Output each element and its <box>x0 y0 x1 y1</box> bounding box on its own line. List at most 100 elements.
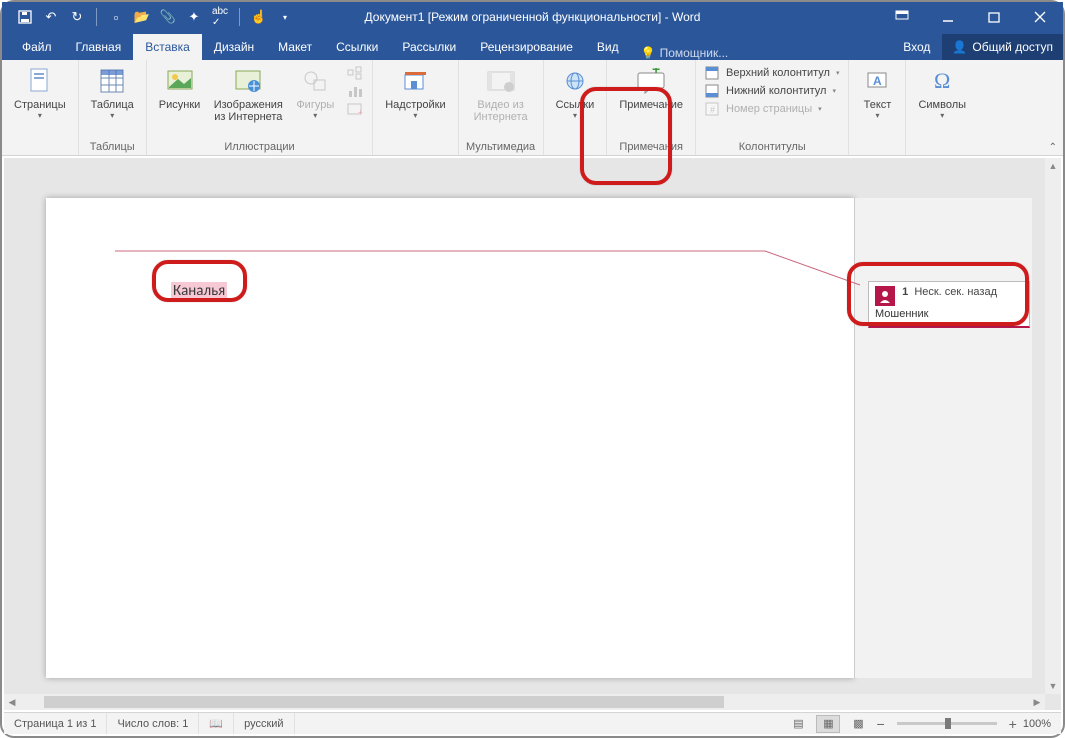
chevron-down-icon: ▾ <box>818 105 822 113</box>
share-label: Общий доступ <box>972 40 1053 54</box>
comment-body[interactable]: Мошенник <box>875 308 1023 320</box>
chart-button[interactable] <box>344 83 366 99</box>
qat-dropdown-icon[interactable]: ▾ <box>274 6 296 28</box>
tab-home[interactable]: Главная <box>64 34 134 60</box>
addins-label: Надстройки <box>385 99 445 111</box>
table-button[interactable]: Таблица ▾ <box>85 63 140 122</box>
qat-new-icon[interactable]: ▫ <box>105 6 127 28</box>
group-addins: Надстройки ▾ <box>373 60 458 155</box>
header-label: Верхний колонтитул <box>726 67 830 79</box>
ribbon-options-button[interactable] <box>879 2 925 32</box>
smartart-button[interactable] <box>344 65 366 81</box>
chevron-down-icon: ▾ <box>110 111 114 120</box>
undo-button[interactable]: ↶ <box>40 6 62 28</box>
shapes-label: Фигуры <box>296 99 334 111</box>
qat-spellcheck-icon[interactable]: abc✓ <box>209 6 231 28</box>
status-lang-label: русский <box>244 718 283 730</box>
share-button[interactable]: 👤 Общий доступ <box>942 34 1063 60</box>
symbols-button[interactable]: Ω Символы ▾ <box>912 63 972 122</box>
online-video-button[interactable]: Видео из Интернета <box>465 63 537 125</box>
proofing-icon: 📖 <box>209 717 223 730</box>
hscroll-thumb[interactable] <box>44 696 724 708</box>
group-text-label <box>855 139 899 154</box>
signin-link[interactable]: Вход <box>891 40 942 54</box>
status-language[interactable]: русский <box>234 713 294 734</box>
scroll-right-icon[interactable]: ▶ <box>1029 694 1045 710</box>
tell-me-label: Помощник... <box>660 46 729 60</box>
comment-meta: 1 Неск. сек. назад <box>902 286 997 298</box>
addins-button[interactable]: Надстройки ▾ <box>379 63 451 122</box>
svg-text:#: # <box>710 105 715 115</box>
text-label: Текст <box>864 99 892 111</box>
zoom-out-button[interactable]: − <box>876 716 884 732</box>
zoom-in-button[interactable]: + <box>1009 716 1017 732</box>
minimize-button[interactable] <box>925 2 971 32</box>
pictures-button[interactable]: Рисунки <box>153 63 207 113</box>
svg-text:+: + <box>652 68 660 77</box>
vertical-scrollbar[interactable]: ▲ ▼ <box>1045 158 1061 694</box>
zoom-thumb[interactable] <box>945 718 951 729</box>
tab-view[interactable]: Вид <box>585 34 631 60</box>
document-area: Каналья 1 Неск. сек. назад Мошенник ▲ ▼ … <box>4 158 1061 710</box>
scroll-down-icon[interactable]: ▼ <box>1045 678 1061 694</box>
group-illustrations: Рисунки Изображения из Интернета Фигуры … <box>147 60 373 155</box>
group-tables: Таблица ▾ Таблицы <box>79 60 147 155</box>
selected-text[interactable]: Каналья <box>171 282 227 300</box>
comment-balloon[interactable]: 1 Неск. сек. назад Мошенник <box>868 281 1030 328</box>
pages-button[interactable]: Страницы ▾ <box>8 63 72 122</box>
qat-touch-icon[interactable]: ☝ <box>248 6 270 28</box>
view-print-button[interactable]: ▦ <box>816 715 840 733</box>
tab-mailings[interactable]: Рассылки <box>390 34 468 60</box>
comment-icon: + <box>635 65 667 97</box>
textbox-icon: A <box>861 65 893 97</box>
redo-button[interactable]: ↻ <box>66 6 88 28</box>
close-button[interactable] <box>1017 2 1063 32</box>
illustrations-extra: + <box>340 63 366 119</box>
status-proofing[interactable]: 📖 <box>199 713 234 734</box>
new-comment-button[interactable]: + Примечание <box>613 63 689 113</box>
tab-references[interactable]: Ссылки <box>324 34 390 60</box>
tab-file[interactable]: Файл <box>10 34 64 60</box>
text-button[interactable]: A Текст ▾ <box>855 63 899 122</box>
chevron-down-icon: ▾ <box>940 111 944 120</box>
zoom-level[interactable]: 100% <box>1023 718 1051 730</box>
picture-icon <box>164 65 196 97</box>
qat-open-icon[interactable]: 📂 <box>131 6 153 28</box>
scroll-up-icon[interactable]: ▲ <box>1045 158 1061 174</box>
save-button[interactable] <box>14 6 36 28</box>
ribbon-tabs: Файл Главная Вставка Дизайн Макет Ссылки… <box>2 32 1063 60</box>
status-page[interactable]: Страница 1 из 1 <box>4 713 107 734</box>
links-button[interactable]: Ссылки ▾ <box>550 63 601 122</box>
screenshot-button[interactable]: + <box>344 101 366 117</box>
view-web-button[interactable]: ▩ <box>846 715 870 733</box>
maximize-button[interactable] <box>971 2 1017 32</box>
ribbon-collapse-button[interactable]: ⌃ <box>1049 142 1057 153</box>
zoom-slider[interactable] <box>897 722 997 725</box>
page-icon <box>24 65 56 97</box>
pages-label: Страницы <box>14 99 66 111</box>
shapes-button[interactable]: Фигуры ▾ <box>290 63 340 122</box>
footer-button[interactable]: Нижний колонтитул▾ <box>702 83 842 99</box>
document-page[interactable]: Каналья <box>46 198 854 678</box>
scroll-left-icon[interactable]: ◀ <box>4 694 20 710</box>
horizontal-scrollbar[interactable]: ◀ ▶ <box>4 694 1045 710</box>
person-icon: 👤 <box>952 40 967 54</box>
omega-icon: Ω <box>926 65 958 97</box>
header-button[interactable]: Верхний колонтитул▾ <box>702 65 842 81</box>
chevron-down-icon: ▾ <box>413 111 417 120</box>
group-illustrations-label: Иллюстрации <box>153 139 366 154</box>
tell-me-search[interactable]: 💡 Помощник... <box>631 46 739 60</box>
status-wordcount[interactable]: Число слов: 1 <box>107 713 199 734</box>
qat-icon-4[interactable]: ✦ <box>183 6 205 28</box>
online-pictures-button[interactable]: Изображения из Интернета <box>206 63 290 125</box>
tab-design[interactable]: Дизайн <box>202 34 266 60</box>
qat-attach-icon[interactable]: 📎 <box>157 6 179 28</box>
tab-review[interactable]: Рецензирование <box>468 34 585 60</box>
pagenumber-button[interactable]: #Номер страницы▾ <box>702 101 842 117</box>
group-media-label: Мультимедиа <box>465 139 537 154</box>
view-read-button[interactable]: ▤ <box>786 715 810 733</box>
tab-insert[interactable]: Вставка <box>133 34 202 60</box>
qat-separator-2 <box>239 8 240 26</box>
tab-layout[interactable]: Макет <box>266 34 324 60</box>
lightbulb-icon: 💡 <box>641 46 656 60</box>
